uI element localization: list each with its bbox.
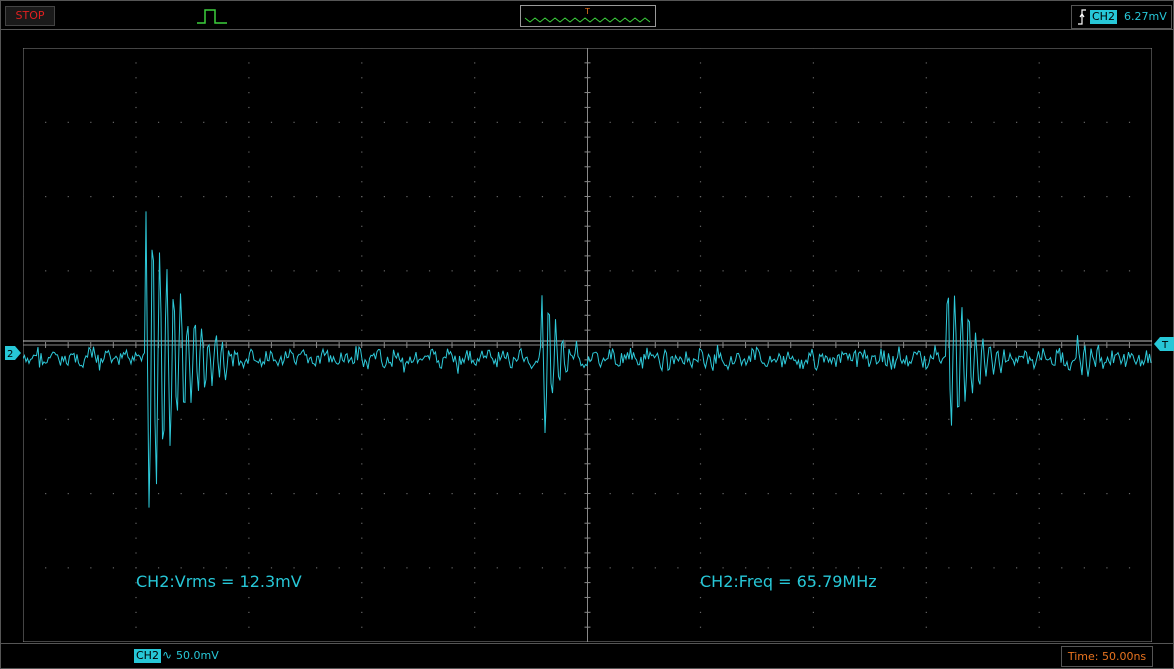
svg-text:T: T xyxy=(1161,340,1169,351)
run-stop-indicator[interactable]: STOP xyxy=(5,6,55,26)
trigger-level-marker[interactable]: T xyxy=(1154,337,1174,351)
measurement-vrms: CH2:Vrms = 12.3mV xyxy=(136,572,302,591)
top-status-bar: STOP T CH2 6.27mV xyxy=(1,1,1174,31)
oscilloscope-window: STOP T CH2 6.27mV 2 T CH2:Vrms = 12.3mV … xyxy=(0,0,1174,669)
channel-badge[interactable]: CH2 xyxy=(134,649,161,663)
trigger-channel-badge: CH2 xyxy=(1090,10,1117,24)
rising-edge-icon xyxy=(1078,9,1086,25)
ac-coupling-icon: ∿ xyxy=(162,648,173,662)
waveform-display[interactable] xyxy=(23,48,1152,642)
measurement-freq: CH2:Freq = 65.79MHz xyxy=(700,572,877,591)
bottom-divider xyxy=(1,643,1174,644)
svg-text:2: 2 xyxy=(7,349,13,360)
timebase-setting[interactable]: Time: 50.00ns xyxy=(1061,646,1153,667)
trigger-settings[interactable]: CH2 6.27mV xyxy=(1071,5,1172,29)
overview-trigger-mark: T xyxy=(584,7,590,16)
trigger-level: 6.27mV xyxy=(1124,10,1167,23)
volts-per-div[interactable]: 50.0mV xyxy=(176,649,219,663)
timebase-overview[interactable]: T xyxy=(520,5,656,27)
channel-2-offset-marker[interactable]: 2 xyxy=(5,346,21,360)
top-divider xyxy=(1,29,1174,30)
overview-waveform: T xyxy=(524,7,651,23)
pulse-trigger-mode-icon[interactable] xyxy=(197,7,229,25)
